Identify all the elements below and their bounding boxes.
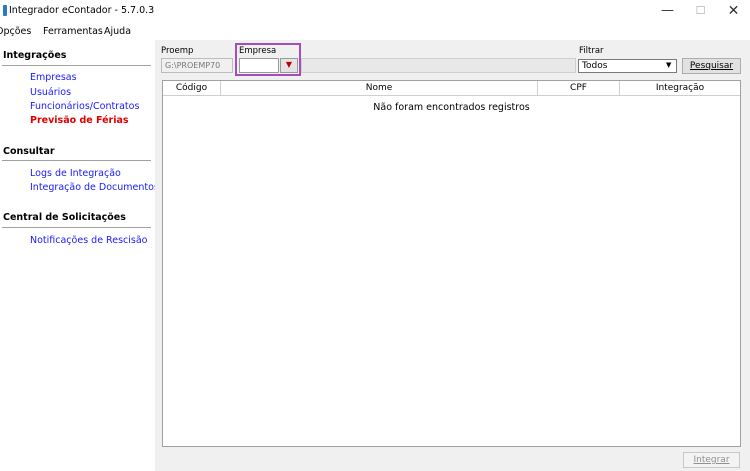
empresa-lookup-button[interactable]: ▼ xyxy=(280,58,298,73)
section-divider xyxy=(2,227,151,228)
app-icon xyxy=(3,5,7,16)
window-title: Integrador eContador - 5.7.0.3 xyxy=(9,5,155,16)
empresa-label: Empresa xyxy=(239,46,277,56)
proemp-field: G:\PROEMP70 xyxy=(161,58,233,73)
empresa-input[interactable] xyxy=(239,58,279,73)
sidebar-item-previsao-de-ferias[interactable]: Previsão de Férias xyxy=(30,115,129,126)
results-grid[interactable] xyxy=(162,80,741,447)
chevron-down-icon[interactable]: ▼ xyxy=(666,61,671,69)
section-divider xyxy=(2,160,151,161)
pesquisar-button[interactable]: Pesquisar xyxy=(682,58,741,74)
filtrar-label: Filtrar xyxy=(579,46,604,56)
proemp-label: Proemp xyxy=(161,46,194,56)
section-title-central-de-solicitacoes: Central de Solicitações xyxy=(3,212,126,223)
section-title-consultar: Consultar xyxy=(3,146,55,157)
filtrar-select[interactable]: Todos xyxy=(578,59,677,73)
section-title-integracoes: Integrações xyxy=(3,50,67,61)
sidebar-item-funcionarios-contratos[interactable]: Funcionários/Contratos xyxy=(30,101,139,112)
column-header-nome[interactable]: Nome xyxy=(221,81,538,95)
close-button[interactable]: ✕ xyxy=(717,0,750,22)
column-header-codigo[interactable]: Código xyxy=(163,81,221,95)
empresa-name-field xyxy=(301,58,576,73)
maximize-button[interactable]: ☐ xyxy=(684,0,717,22)
minimize-button[interactable]: — xyxy=(651,0,684,22)
empty-message: Não foram encontrados registros xyxy=(373,102,530,113)
section-divider xyxy=(2,65,151,66)
chevron-down-icon: ▼ xyxy=(285,60,293,69)
sidebar-item-empresas[interactable]: Empresas xyxy=(30,72,77,83)
sidebar-item-notificacoes-de-rescisao[interactable]: Notificações de Rescisão xyxy=(30,235,147,246)
integrar-button[interactable]: Integrar xyxy=(683,452,740,468)
menu-ferramentas[interactable]: Ferramentas xyxy=(43,26,103,37)
column-header-integracao[interactable]: Integração xyxy=(620,81,740,95)
sidebar-item-usuarios[interactable]: Usuários xyxy=(30,87,71,98)
sidebar-item-logs-de-integracao[interactable]: Logs de Integração xyxy=(30,168,121,179)
menu-ajuda[interactable]: Ajuda xyxy=(104,26,131,37)
sidebar-item-integracao-de-documentos[interactable]: Integração de Documentos xyxy=(30,182,159,193)
column-header-cpf[interactable]: CPF xyxy=(538,81,620,95)
menu-opcoes[interactable]: Opções xyxy=(0,26,31,37)
